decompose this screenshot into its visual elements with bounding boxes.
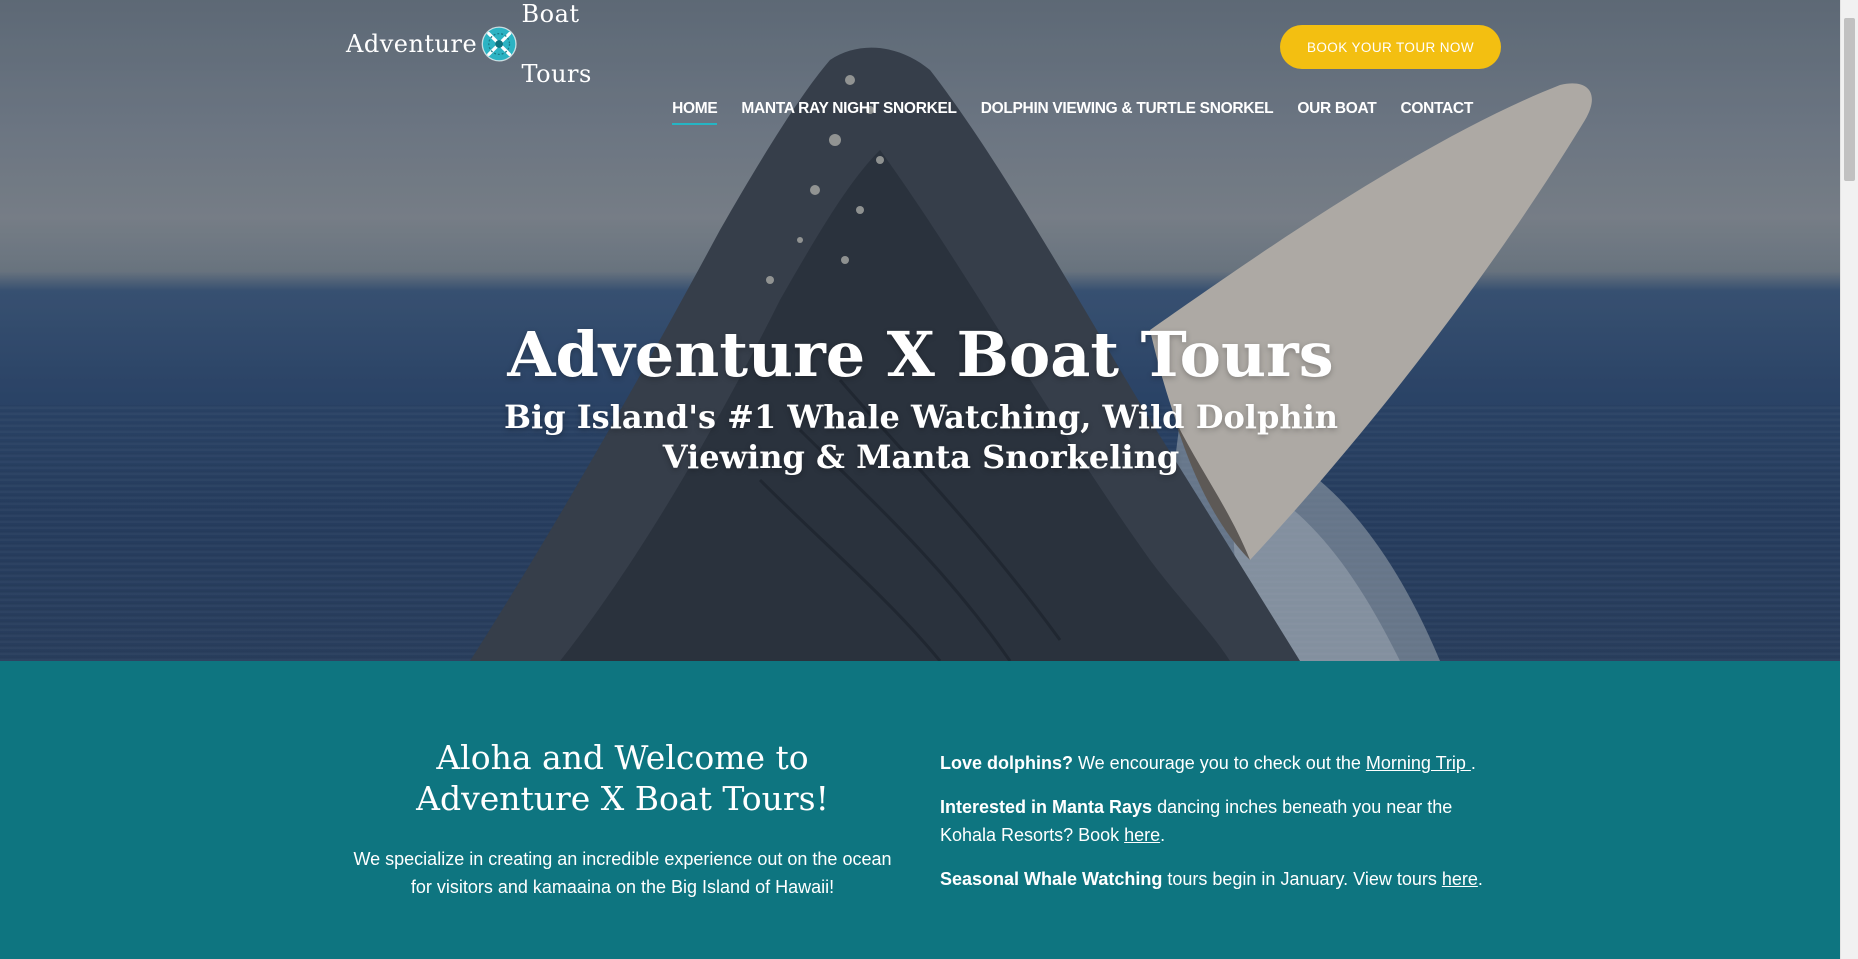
page-scrollbar[interactable]: [1840, 0, 1858, 959]
welcome-section: Aloha and Welcome to Adventure X Boat To…: [0, 661, 1841, 959]
hero-section: Adventure Boat Tours BOOK YOUR TOUR NOW …: [0, 0, 1841, 661]
morning-trip-link[interactable]: Morning Trip: [1366, 753, 1471, 773]
info-whale: Seasonal Whale Watching tours begin in J…: [940, 865, 1500, 893]
welcome-heading: Aloha and Welcome to Adventure X Boat To…: [416, 738, 829, 818]
book-tour-button[interactable]: BOOK YOUR TOUR NOW: [1280, 25, 1501, 69]
info-dolphins: Love dolphins? We encourage you to check…: [940, 749, 1500, 777]
info-manta: Interested in Manta Rays dancing inches …: [940, 793, 1500, 849]
info-dolphins-after: .: [1470, 753, 1476, 773]
info-manta-after: .: [1160, 825, 1166, 845]
main-nav: HOME MANTA RAY NIGHT SNORKEL DOLPHIN VIE…: [648, 100, 1473, 125]
tour-info: Love dolphins? We encourage you to check…: [940, 749, 1500, 909]
nav-our-boat[interactable]: OUR BOAT: [1297, 100, 1376, 125]
logo-word-right: Boat Tours: [521, 0, 592, 88]
nav-home[interactable]: HOME: [672, 100, 718, 125]
info-manta-bold: Interested in Manta Rays: [940, 797, 1153, 817]
info-whale-after: .: [1477, 869, 1483, 889]
logo-word-left: Adventure: [346, 30, 478, 58]
logo[interactable]: Adventure Boat Tours: [346, 0, 610, 88]
welcome-text: We specialize in creating an incredible …: [353, 849, 892, 897]
welcome-block: Aloha and Welcome to Adventure X Boat To…: [345, 737, 900, 901]
nav-manta-ray-night-snorkel[interactable]: MANTA RAY NIGHT SNORKEL: [741, 100, 957, 125]
manta-here-link[interactable]: here: [1124, 825, 1160, 845]
nav-contact[interactable]: CONTACT: [1400, 100, 1473, 125]
scrollbar-thumb[interactable]: [1844, 18, 1855, 181]
info-dolphins-bold: Love dolphins?: [940, 753, 1073, 773]
whale-here-link[interactable]: here: [1442, 869, 1478, 889]
info-whale-text: tours begin in January. View tours: [1162, 869, 1442, 889]
hero-title: Adventure X Boat Tours: [507, 318, 1334, 391]
info-dolphins-text: We encourage you to check out the: [1073, 753, 1366, 773]
nav-dolphin-viewing-turtle-snorkel[interactable]: DOLPHIN VIEWING & TURTLE SNORKEL: [981, 100, 1274, 125]
hero-subtitle: Big Island's #1 Whale Watching, Wild Dol…: [503, 398, 1338, 476]
info-whale-bold: Seasonal Whale Watching: [940, 869, 1163, 889]
x-emblem-icon: [481, 26, 517, 62]
